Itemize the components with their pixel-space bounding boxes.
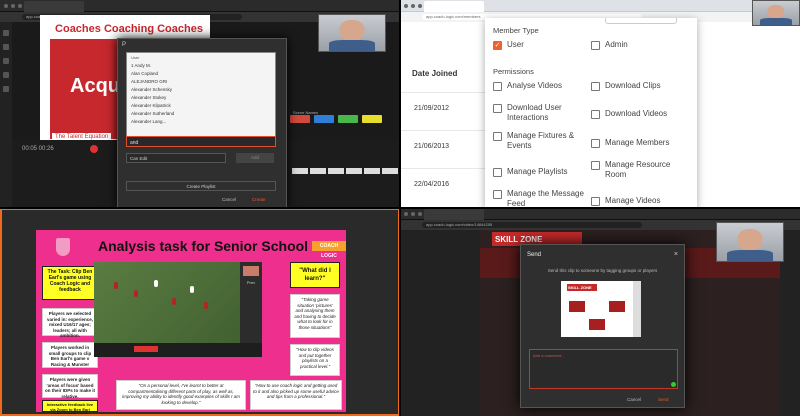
slide-logo: Acqu — [70, 75, 120, 97]
embedded-video-player[interactable]: Prev — [94, 262, 262, 357]
playback-time: 00:05 00:26 — [22, 146, 54, 152]
date-joined-header: Date Joined — [412, 69, 458, 78]
list-item[interactable]: ALEJANDRO GRI — [127, 78, 275, 86]
user-dropdown-list: User 1 Andy M. Alan Copland ALEJANDRO GR… — [126, 52, 276, 146]
list-item[interactable]: Alexander Sutherland — [127, 110, 275, 118]
browser-tab[interactable] — [24, 1, 84, 12]
clip-thumbnail: SKILL ZONE — [561, 281, 641, 337]
quote-box: "Taking game situation 'pictures' and an… — [290, 294, 340, 338]
send-clip-screen: app.coach-logic.com/video/14844255 SKILL… — [400, 208, 800, 416]
school-crest-icon — [56, 238, 70, 256]
player-sidebar: Prev — [240, 262, 262, 343]
browser-tabbar — [400, 0, 800, 12]
date-cell: 22/04/2016 — [414, 181, 450, 188]
members-icon[interactable] — [3, 72, 9, 78]
analysis-task-slide: Analysis task for Senior School COACH LO… — [0, 208, 400, 416]
playlist-icon[interactable] — [3, 58, 9, 64]
member-type-heading: Member Type — [493, 26, 539, 35]
permissions-dropdown: Member Type ✓ User Admin Permissions Anal… — [485, 18, 697, 208]
checkbox-download-user-interactions[interactable]: Download User Interactions — [493, 103, 587, 123]
status-dot-icon — [671, 382, 676, 387]
list-item[interactable]: Alexander Kilpatrick — [127, 102, 275, 110]
checkbox-manage-playlists[interactable]: Manage Playlists — [493, 167, 587, 177]
tag-chip-red[interactable] — [290, 115, 310, 123]
list-item[interactable]: 1 Andy M. — [127, 62, 275, 70]
permissions-heading: Permissions — [493, 67, 534, 76]
checkbox-manage-fixtures[interactable]: Manage Fixtures & Events — [493, 131, 587, 151]
cancel-button[interactable]: Cancel — [627, 397, 641, 402]
info-box: Players we selected varied in: experienc… — [42, 308, 98, 338]
coach-logic-badge: COACH LOGIC — [312, 241, 346, 259]
checkbox-manage-videos[interactable]: Manage Videos — [591, 196, 685, 206]
checkbox-manage-resource-room[interactable]: Manage Resource Room — [591, 160, 685, 180]
checkbox-manage-message-feed[interactable]: Manage the Message Feed — [493, 189, 587, 209]
create-button[interactable]: Create — [252, 197, 266, 202]
poster-title: Analysis task for Senior School — [98, 238, 309, 254]
tag-color-chips — [290, 115, 382, 123]
coach-logic-playlist-screen: app.coach-logic.com/video/15694872 Coach… — [0, 0, 400, 208]
list-item[interactable]: Alexander Schensky — [127, 86, 275, 94]
record-button[interactable] — [90, 145, 98, 153]
quote-box: "On a personal level, I've learnt to bet… — [116, 380, 246, 410]
tool-sidebar — [0, 22, 12, 208]
info-box: Players were given 'areas of focus' base… — [42, 374, 98, 399]
home-icon[interactable] — [3, 30, 9, 36]
record-button[interactable] — [134, 346, 158, 352]
cancel-button[interactable]: Cancel — [222, 197, 236, 202]
close-icon[interactable]: × — [674, 251, 678, 258]
browser-tabbar — [0, 0, 400, 12]
tag-chip-green[interactable] — [338, 115, 358, 123]
checkbox-analyse-videos[interactable]: Analyse Videos — [493, 81, 587, 91]
presenter-webcam — [318, 14, 386, 52]
tag-chip-yellow[interactable] — [362, 115, 382, 123]
browser-tab[interactable] — [424, 209, 484, 220]
list-item[interactable]: Alexander Stokey — [127, 94, 275, 102]
dialog-header: P — [122, 42, 127, 48]
quote-box: "How to use coach logic and getting used… — [250, 380, 342, 410]
info-box: Interactive feedback live via Zoom to Be… — [42, 400, 98, 414]
what-did-i-learn-box: "What did I learn?" — [290, 262, 340, 288]
send-modal: Send × Send this clip to someone by tagg… — [520, 244, 685, 408]
presenter-webcam — [716, 222, 784, 262]
comment-textarea[interactable]: Add a comment... — [529, 349, 678, 389]
create-playlist-button[interactable]: Create Playlist — [126, 181, 276, 191]
checkbox-download-videos[interactable]: Download Videos — [591, 109, 685, 119]
checkbox-manage-members[interactable]: Manage Members — [591, 138, 685, 148]
checkbox-download-clips[interactable]: Download Clips — [591, 81, 685, 91]
list-item[interactable]: Alexander Lang... — [127, 118, 275, 126]
dropdown-trigger[interactable] — [605, 18, 677, 24]
user-search-input[interactable]: and — [126, 136, 276, 147]
create-playlist-dialog: P User 1 Andy M. Alan Copland ALEJANDRO … — [117, 38, 287, 208]
address-bar[interactable]: app.coach-logic.com/video/14844255 — [422, 222, 642, 228]
player-controls — [94, 343, 262, 357]
slide-title: Coaches Coaching Coaches — [50, 23, 208, 35]
browser-tab[interactable] — [424, 1, 484, 12]
table-row: 21/06/2013 — [400, 130, 490, 168]
table-row: 21/09/2012 — [400, 92, 490, 130]
add-button[interactable]: Add — [236, 153, 274, 163]
quote-box: "How to clip videos and put together pla… — [290, 344, 340, 376]
skill-zone-thumb-label: SKILL ZONE — [567, 284, 597, 291]
browser-tabbar — [400, 208, 800, 220]
checkbox-user[interactable]: ✓ User — [493, 40, 587, 50]
timeline-tracks — [292, 168, 400, 174]
list-caption: User — [131, 55, 140, 60]
list-item[interactable]: Alan Copland — [127, 70, 275, 78]
table-row: 22/04/2016 — [400, 168, 490, 206]
modal-title: Send — [527, 252, 542, 258]
check-icon: ✓ — [493, 41, 502, 50]
info-box: Players worked in small groups to clip B… — [42, 342, 98, 368]
send-button[interactable]: Send — [658, 397, 669, 402]
date-cell: 21/06/2013 — [414, 143, 450, 150]
permission-select[interactable]: Can Edit — [126, 153, 226, 163]
tag-chip-blue[interactable] — [314, 115, 334, 123]
task-box: The Task: Clip Ben Earl's game using Coa… — [42, 266, 98, 300]
presenter-webcam — [752, 0, 800, 26]
settings-icon[interactable] — [3, 86, 9, 92]
modal-description: Send this clip to someone by tagging gro… — [547, 268, 658, 273]
checkbox-admin[interactable]: Admin — [591, 40, 685, 50]
date-cell: 21/09/2012 — [414, 105, 450, 112]
side-label: Prev — [246, 280, 256, 285]
video-icon[interactable] — [3, 44, 9, 50]
